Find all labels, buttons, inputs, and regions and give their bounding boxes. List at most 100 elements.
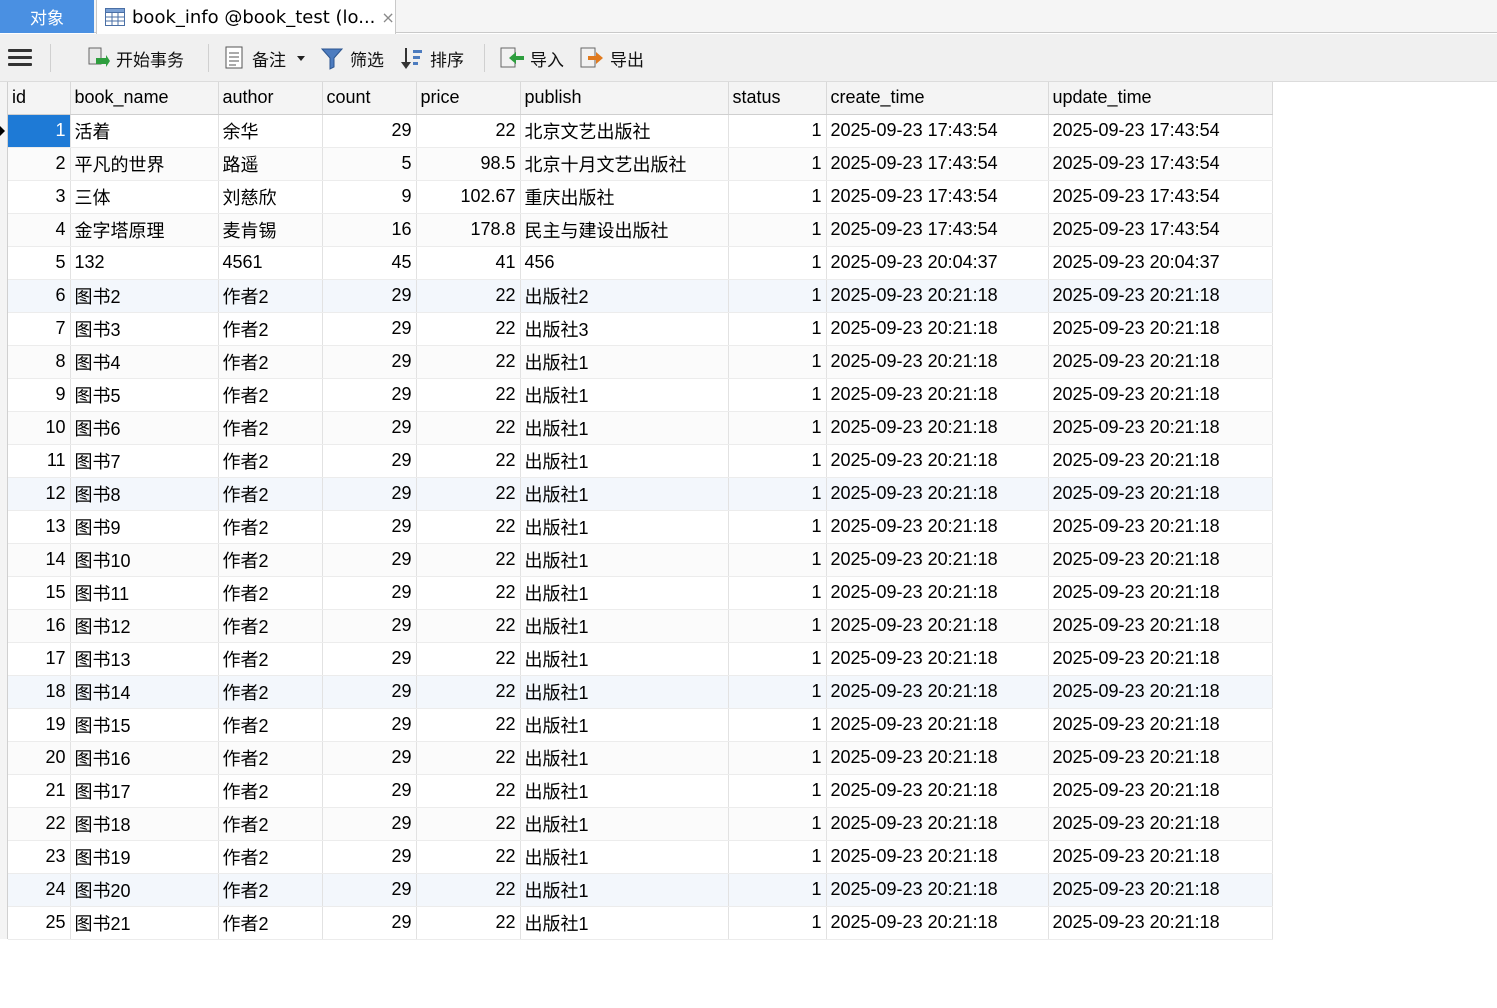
cell-create-time[interactable]: 2025-09-23 20:21:18: [826, 642, 1049, 676]
cell-price[interactable]: 41: [416, 246, 521, 280]
cell-status[interactable]: 1: [728, 213, 827, 247]
cell-publish[interactable]: 出版社1: [520, 345, 729, 379]
table-row[interactable]: 13 图书9 作者2 29 22 出版社1 1 2025-09-23 20:21:18 2025…: [8, 510, 1273, 544]
cell-update-time[interactable]: 2025-09-23 20:21:18: [1048, 510, 1273, 544]
cell-create-time[interactable]: 2025-09-23 20:21:18: [826, 444, 1049, 478]
cell-price[interactable]: 22: [416, 345, 521, 379]
table-row[interactable]: 25 图书21 作者2 29 22 出版社1 1 2025-09-23 20:21:18 202…: [8, 906, 1273, 940]
cell-update-time[interactable]: 2025-09-23 20:21:18: [1048, 411, 1273, 445]
cell-book-name[interactable]: 图书8: [70, 477, 219, 511]
cell-book-name[interactable]: 图书21: [70, 906, 219, 940]
cell-book-name[interactable]: 图书14: [70, 675, 219, 709]
cell-price[interactable]: 22: [416, 114, 521, 148]
table-row[interactable]: 8 图书4 作者2 29 22 出版社1 1 2025-09-23 20:21:18 2025-…: [8, 345, 1273, 379]
import-button[interactable]: 导入: [498, 34, 564, 82]
sort-button[interactable]: 排序: [400, 34, 464, 82]
cell-author[interactable]: 作者2: [218, 543, 323, 577]
cell-create-time[interactable]: 2025-09-23 20:21:18: [826, 774, 1049, 808]
export-button[interactable]: 导出: [578, 34, 644, 82]
begin-transaction-button[interactable]: 开始事务: [86, 34, 184, 82]
table-row[interactable]: 17 图书13 作者2 29 22 出版社1 1 2025-09-23 20:21:18 202…: [8, 642, 1273, 676]
cell-status[interactable]: 1: [728, 576, 827, 610]
tab-objects[interactable]: 对象: [0, 0, 94, 33]
cell-count[interactable]: 29: [322, 378, 417, 412]
cell-book-name[interactable]: 图书9: [70, 510, 219, 544]
cell-count[interactable]: 29: [322, 576, 417, 610]
table-row[interactable]: 23 图书19 作者2 29 22 出版社1 1 2025-09-23 20:21:18 202…: [8, 840, 1273, 874]
cell-create-time[interactable]: 2025-09-23 20:21:18: [826, 609, 1049, 643]
cell-author[interactable]: 作者2: [218, 576, 323, 610]
cell-count[interactable]: 45: [322, 246, 417, 280]
cell-author[interactable]: 作者2: [218, 774, 323, 808]
table-row[interactable]: 1 活着 余华 29 22 北京文艺出版社 1 2025-09-23 17:43:54 2025…: [8, 114, 1273, 148]
cell-count[interactable]: 5: [322, 147, 417, 181]
cell-publish[interactable]: 出版社1: [520, 873, 729, 907]
column-header-id[interactable]: id: [8, 82, 71, 115]
cell-id[interactable]: 2: [8, 147, 71, 181]
cell-publish[interactable]: 出版社1: [520, 906, 729, 940]
cell-status[interactable]: 1: [728, 774, 827, 808]
cell-book-name[interactable]: 图书19: [70, 840, 219, 874]
cell-create-time[interactable]: 2025-09-23 20:21:18: [826, 675, 1049, 709]
cell-publish[interactable]: 出版社1: [520, 444, 729, 478]
cell-publish[interactable]: 出版社1: [520, 774, 729, 808]
cell-price[interactable]: 102.67: [416, 180, 521, 214]
table-row[interactable]: 22 图书18 作者2 29 22 出版社1 1 2025-09-23 20:21:18 202…: [8, 807, 1273, 841]
table-row[interactable]: 24 图书20 作者2 29 22 出版社1 1 2025-09-23 20:21:18 202…: [8, 873, 1273, 907]
cell-author[interactable]: 路遥: [218, 147, 323, 181]
cell-book-name[interactable]: 图书3: [70, 312, 219, 346]
cell-book-name[interactable]: 活着: [70, 114, 219, 148]
hamburger-menu-icon[interactable]: [8, 49, 32, 67]
cell-id[interactable]: 10: [8, 411, 71, 445]
cell-update-time[interactable]: 2025-09-23 20:21:18: [1048, 576, 1273, 610]
cell-author[interactable]: 麦肯锡: [218, 213, 323, 247]
column-header-publish[interactable]: publish: [520, 82, 729, 115]
cell-update-time[interactable]: 2025-09-23 20:21:18: [1048, 609, 1273, 643]
cell-author[interactable]: 作者2: [218, 609, 323, 643]
cell-price[interactable]: 22: [416, 378, 521, 412]
cell-create-time[interactable]: 2025-09-23 20:21:18: [826, 543, 1049, 577]
cell-book-name[interactable]: 132: [70, 246, 219, 280]
cell-update-time[interactable]: 2025-09-23 20:21:18: [1048, 840, 1273, 874]
table-row[interactable]: 20 图书16 作者2 29 22 出版社1 1 2025-09-23 20:21:18 202…: [8, 741, 1273, 775]
cell-publish[interactable]: 出版社1: [520, 477, 729, 511]
cell-price[interactable]: 22: [416, 774, 521, 808]
cell-status[interactable]: 1: [728, 906, 827, 940]
cell-id[interactable]: 17: [8, 642, 71, 676]
close-icon[interactable]: ×: [381, 8, 394, 27]
notes-button[interactable]: 备注: [224, 34, 314, 82]
column-header-update-time[interactable]: update_time: [1048, 82, 1273, 115]
cell-status[interactable]: 1: [728, 312, 827, 346]
cell-create-time[interactable]: 2025-09-23 20:21:18: [826, 840, 1049, 874]
cell-count[interactable]: 29: [322, 444, 417, 478]
cell-id[interactable]: 6: [8, 279, 71, 313]
cell-count[interactable]: 29: [322, 543, 417, 577]
cell-create-time[interactable]: 2025-09-23 20:21:18: [826, 312, 1049, 346]
cell-id[interactable]: 16: [8, 609, 71, 643]
cell-price[interactable]: 98.5: [416, 147, 521, 181]
cell-count[interactable]: 16: [322, 213, 417, 247]
cell-author[interactable]: 余华: [218, 114, 323, 148]
cell-author[interactable]: 作者2: [218, 840, 323, 874]
cell-id[interactable]: 7: [8, 312, 71, 346]
column-header-price[interactable]: price: [416, 82, 521, 115]
cell-author[interactable]: 作者2: [218, 312, 323, 346]
cell-count[interactable]: 29: [322, 708, 417, 742]
cell-price[interactable]: 22: [416, 279, 521, 313]
cell-create-time[interactable]: 2025-09-23 20:21:18: [826, 906, 1049, 940]
cell-book-name[interactable]: 图书7: [70, 444, 219, 478]
table-row[interactable]: 6 图书2 作者2 29 22 出版社2 1 2025-09-23 20:21:18 2025-…: [8, 279, 1273, 313]
filter-button[interactable]: 筛选: [320, 34, 384, 82]
cell-count[interactable]: 29: [322, 642, 417, 676]
cell-author[interactable]: 作者2: [218, 444, 323, 478]
column-header-author[interactable]: author: [218, 82, 323, 115]
cell-id[interactable]: 18: [8, 675, 71, 709]
cell-update-time[interactable]: 2025-09-23 17:43:54: [1048, 213, 1273, 247]
cell-id[interactable]: 13: [8, 510, 71, 544]
cell-create-time[interactable]: 2025-09-23 20:21:18: [826, 345, 1049, 379]
cell-author[interactable]: 作者2: [218, 345, 323, 379]
cell-id[interactable]: 12: [8, 477, 71, 511]
cell-status[interactable]: 1: [728, 642, 827, 676]
cell-status[interactable]: 1: [728, 477, 827, 511]
cell-status[interactable]: 1: [728, 279, 827, 313]
